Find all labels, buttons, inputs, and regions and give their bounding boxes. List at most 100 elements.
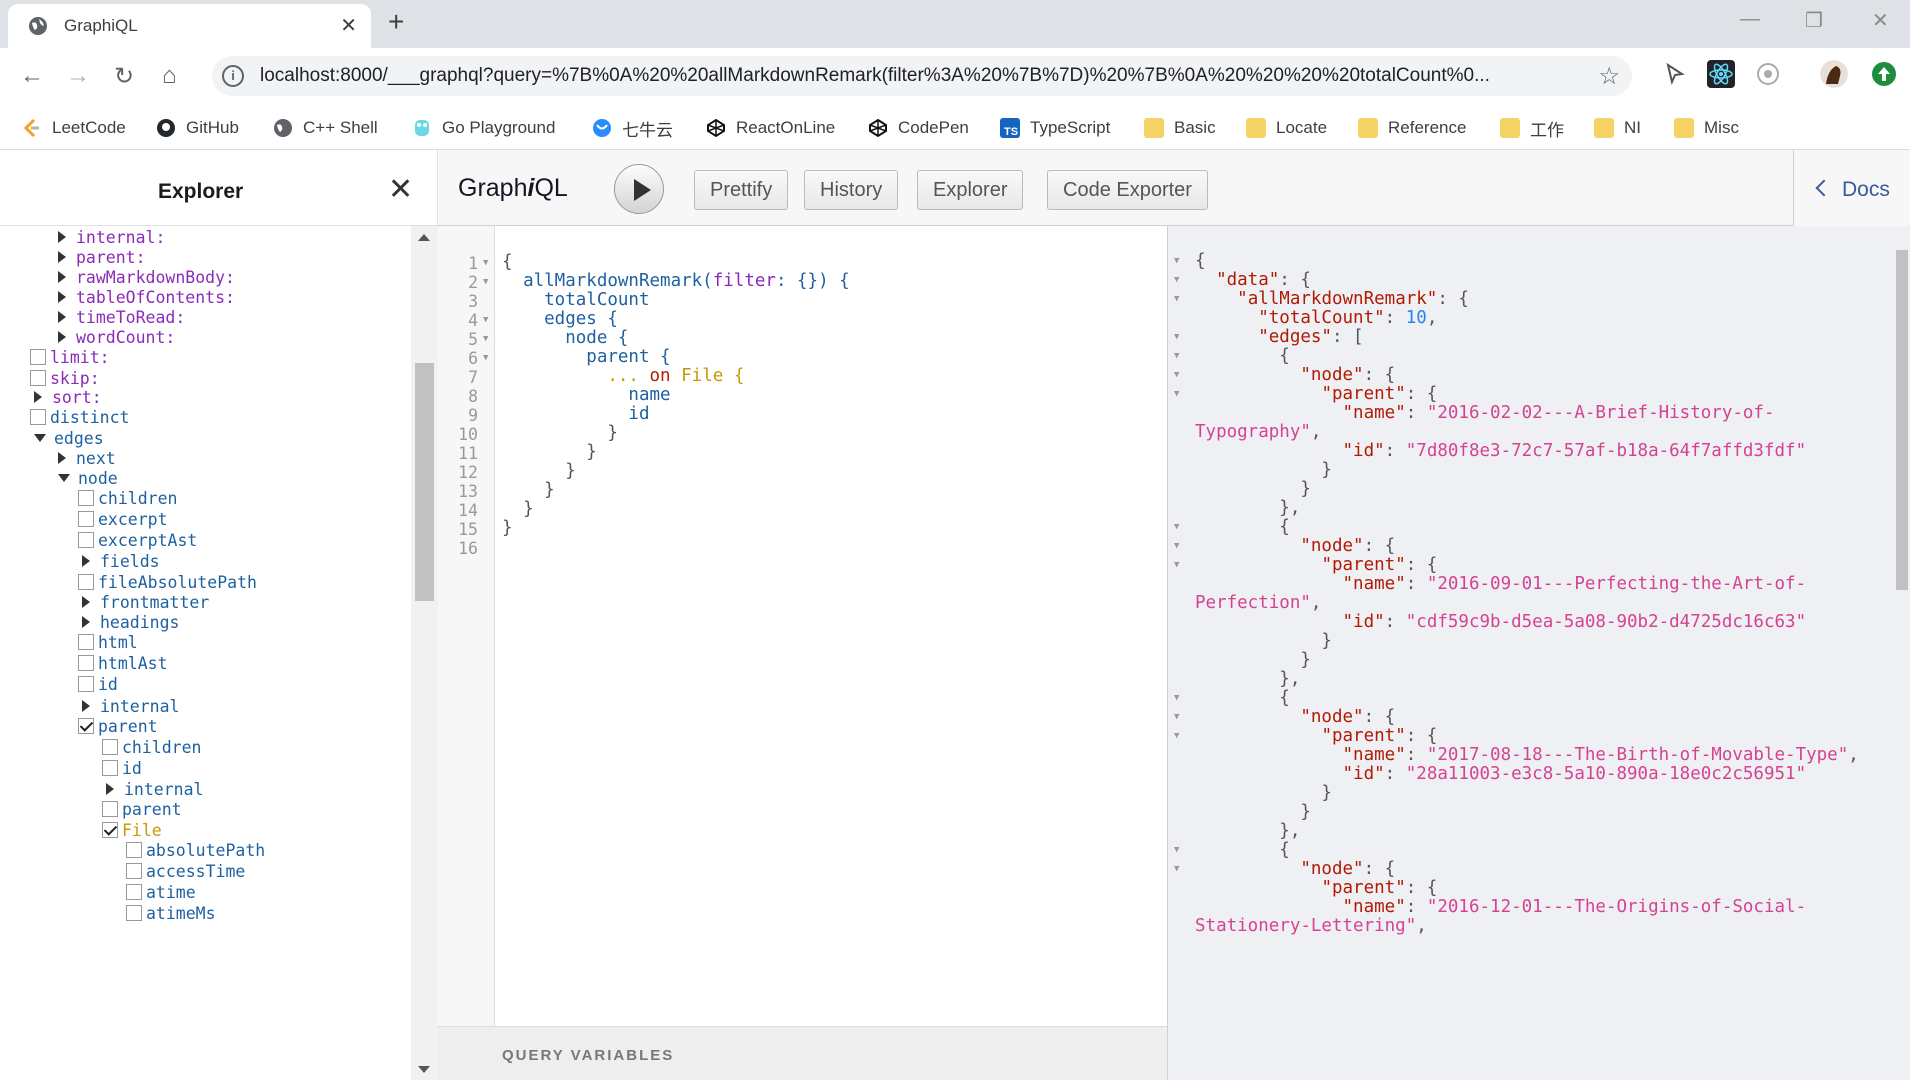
fold-arrow-icon[interactable]: ▼ bbox=[1174, 256, 1179, 266]
react-devtools-icon[interactable] bbox=[1707, 60, 1735, 88]
browser-tab[interactable]: GraphiQL ✕ bbox=[8, 4, 371, 48]
checkbox[interactable] bbox=[102, 760, 118, 776]
fold-arrow-icon[interactable]: ▼ bbox=[1174, 541, 1179, 551]
checkbox[interactable] bbox=[78, 634, 94, 650]
scroll-up-arrow-icon[interactable] bbox=[418, 234, 430, 241]
explorer-close-icon[interactable]: ✕ bbox=[388, 172, 413, 207]
explorer-node[interactable]: absolutePath bbox=[126, 839, 265, 861]
explorer-node[interactable]: edges bbox=[34, 427, 104, 449]
bookmark-github[interactable]: GitHub bbox=[156, 116, 239, 140]
checkbox[interactable] bbox=[78, 655, 94, 671]
fold-arrow-icon[interactable]: ▼ bbox=[1174, 560, 1179, 570]
scroll-down-arrow-icon[interactable] bbox=[418, 1066, 430, 1073]
minimize-icon[interactable]: — bbox=[1740, 8, 1760, 31]
bookmark-folder-basic[interactable]: Basic bbox=[1144, 116, 1216, 140]
fold-arrow-icon[interactable]: ▼ bbox=[1174, 275, 1179, 285]
fold-arrow-icon[interactable]: ▼ bbox=[1174, 864, 1179, 874]
fold-arrow-icon[interactable]: ▼ bbox=[483, 258, 488, 268]
bookmark-folder-locate[interactable]: Locate bbox=[1246, 116, 1327, 140]
checkbox[interactable] bbox=[30, 349, 46, 365]
caret-down-icon[interactable] bbox=[58, 474, 70, 482]
explorer-node[interactable]: sort: bbox=[34, 386, 102, 408]
fold-arrow-icon[interactable]: ▼ bbox=[483, 277, 488, 287]
bookmark-leetcode[interactable]: LeetCode bbox=[22, 116, 126, 140]
explorer-node[interactable]: accessTime bbox=[126, 860, 245, 882]
fold-arrow-icon[interactable]: ▼ bbox=[1174, 693, 1179, 703]
explorer-node[interactable]: excerpt bbox=[78, 508, 168, 530]
fold-arrow-icon[interactable]: ▼ bbox=[1174, 712, 1179, 722]
code-exporter-button[interactable]: Code Exporter bbox=[1047, 170, 1208, 210]
update-icon[interactable] bbox=[1870, 60, 1898, 88]
explorer-node[interactable]: atimeMs bbox=[126, 902, 216, 924]
bookmark-folder-work[interactable]: 工作 bbox=[1500, 116, 1564, 140]
explorer-node[interactable]: timeToRead: bbox=[58, 306, 185, 328]
checkbox[interactable] bbox=[78, 676, 94, 692]
query-editor[interactable]: 1 ▼ 2 ▼ 3 4 ▼ 5 ▼ 6 ▼ 7 8 9 10 11 12 13 14 15 16 { allMarkdo… bbox=[438, 226, 1168, 1080]
history-button[interactable]: History bbox=[804, 170, 899, 210]
cursor-extension-icon[interactable] bbox=[1660, 60, 1688, 88]
explorer-node[interactable]: rawMarkdownBody: bbox=[58, 266, 235, 288]
explorer-node[interactable]: parent bbox=[78, 715, 158, 737]
fold-arrow-icon[interactable]: ▼ bbox=[1174, 332, 1179, 342]
fold-arrow-icon[interactable]: ▼ bbox=[1174, 389, 1179, 399]
caret-right-icon[interactable] bbox=[58, 452, 66, 464]
window-close-icon[interactable]: ✕ bbox=[1872, 8, 1889, 33]
caret-right-icon[interactable] bbox=[82, 700, 90, 712]
fold-arrow-icon[interactable]: ▼ bbox=[1174, 731, 1179, 741]
caret-right-icon[interactable] bbox=[82, 555, 90, 567]
omnibox[interactable]: i localhost:8000/___graphql?query=%7B%0A… bbox=[212, 56, 1632, 96]
scrollbar-thumb[interactable] bbox=[1896, 250, 1908, 590]
explorer-node[interactable]: htmlAst bbox=[78, 652, 168, 674]
explorer-node[interactable]: id bbox=[78, 673, 118, 695]
caret-right-icon[interactable] bbox=[82, 596, 90, 608]
bookmark-folder-reference[interactable]: Reference bbox=[1358, 116, 1466, 140]
bookmark-cpp-shell[interactable]: C++ Shell bbox=[273, 116, 378, 140]
explorer-node[interactable]: fields bbox=[82, 550, 160, 572]
checkbox[interactable] bbox=[126, 842, 142, 858]
caret-right-icon[interactable] bbox=[58, 311, 66, 323]
caret-right-icon[interactable] bbox=[34, 391, 42, 403]
fold-arrow-icon[interactable]: ▼ bbox=[1174, 845, 1179, 855]
explorer-node[interactable]: atime bbox=[126, 881, 196, 903]
bookmark-typescript[interactable]: TS TypeScript bbox=[1000, 116, 1110, 140]
bookmark-star-icon[interactable]: ☆ bbox=[1598, 62, 1620, 91]
redux-devtools-icon[interactable] bbox=[1754, 60, 1782, 88]
explorer-node[interactable]: children bbox=[78, 487, 177, 509]
back-icon[interactable]: ← bbox=[20, 62, 44, 90]
prettify-button[interactable]: Prettify bbox=[694, 170, 789, 210]
checkbox[interactable] bbox=[30, 409, 46, 425]
fold-arrow-icon[interactable]: ▼ bbox=[1174, 370, 1179, 380]
caret-right-icon[interactable] bbox=[58, 331, 66, 343]
restore-icon[interactable]: ❐ bbox=[1805, 8, 1823, 33]
reload-icon[interactable]: ↻ bbox=[114, 62, 134, 91]
caret-right-icon[interactable] bbox=[106, 783, 114, 795]
checkbox[interactable] bbox=[78, 532, 94, 548]
checkbox[interactable] bbox=[78, 574, 94, 590]
explorer-node[interactable]: frontmatter bbox=[82, 591, 209, 613]
docs-button[interactable]: Docs bbox=[1793, 150, 1910, 226]
scrollbar-thumb[interactable] bbox=[415, 363, 434, 601]
checkbox[interactable] bbox=[126, 905, 142, 921]
caret-down-icon[interactable] bbox=[34, 434, 46, 442]
result-scrollbar[interactable] bbox=[1894, 226, 1910, 1080]
tab-close-icon[interactable]: ✕ bbox=[340, 13, 357, 38]
caret-right-icon[interactable] bbox=[58, 251, 66, 263]
checkbox[interactable] bbox=[102, 801, 118, 817]
checkbox[interactable] bbox=[102, 739, 118, 755]
explorer-node[interactable]: id bbox=[102, 757, 142, 779]
explorer-node[interactable]: internal bbox=[82, 695, 179, 717]
explorer-node[interactable]: internal bbox=[106, 778, 203, 800]
explorer-node[interactable]: next bbox=[58, 447, 116, 469]
caret-right-icon[interactable] bbox=[82, 616, 90, 628]
checkbox[interactable] bbox=[102, 822, 118, 838]
explorer-node[interactable]: internal: bbox=[58, 226, 165, 248]
checkbox[interactable] bbox=[78, 490, 94, 506]
caret-right-icon[interactable] bbox=[58, 231, 66, 243]
explorer-node[interactable]: limit: bbox=[30, 346, 110, 368]
bookmark-reactonline[interactable]: ReactOnLine bbox=[706, 116, 835, 140]
bookmark-go-playground[interactable]: Go Playground bbox=[412, 116, 555, 140]
profile-avatar[interactable] bbox=[1820, 60, 1848, 88]
bookmark-qiniu[interactable]: 七牛云 bbox=[592, 116, 673, 140]
fold-arrow-icon[interactable]: ▼ bbox=[483, 315, 488, 325]
explorer-node[interactable]: fileAbsolutePath bbox=[78, 571, 257, 593]
